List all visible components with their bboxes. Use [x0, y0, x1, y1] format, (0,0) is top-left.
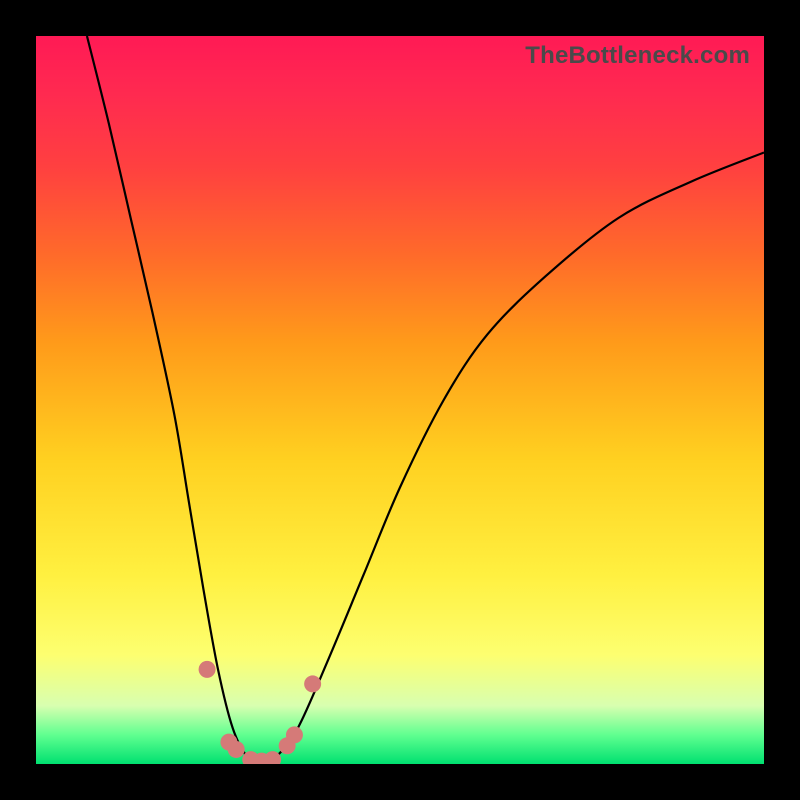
marker-layer	[199, 661, 322, 764]
dot-left-upper	[199, 661, 216, 678]
chart-frame: TheBottleneck.com	[0, 0, 800, 800]
dot-left-lower-b	[228, 741, 245, 758]
dot-right-upper	[304, 675, 321, 692]
bottleneck-curve	[87, 36, 764, 764]
dot-right-lower-b	[286, 726, 303, 743]
curve-layer	[36, 36, 764, 764]
plot-area: TheBottleneck.com	[36, 36, 764, 764]
